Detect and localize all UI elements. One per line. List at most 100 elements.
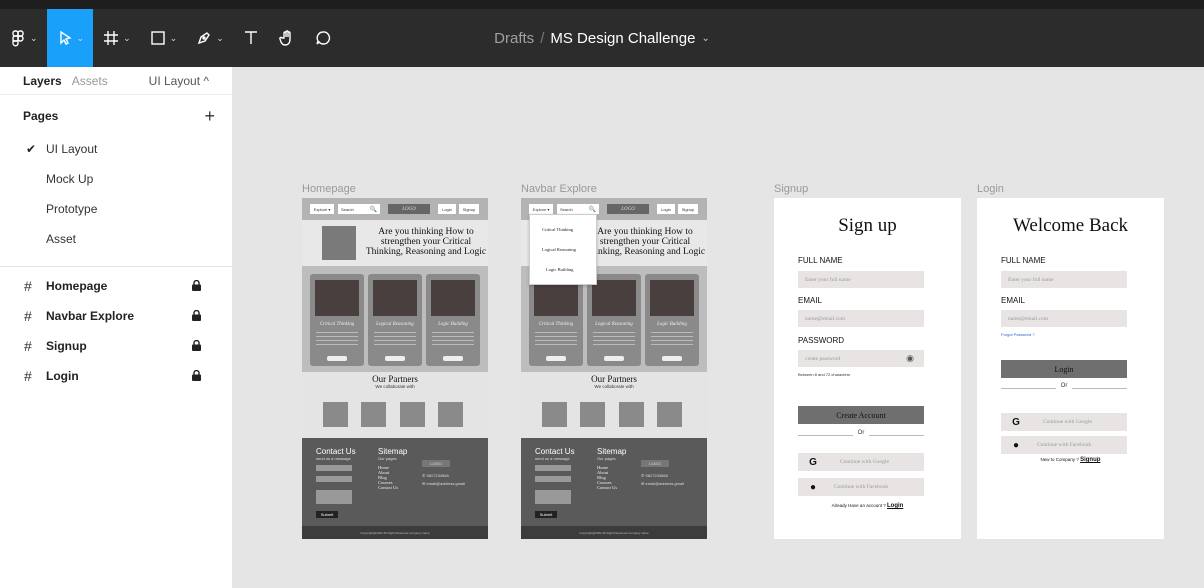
layer-signup[interactable]: # Signup	[0, 331, 232, 361]
page-item-prototype[interactable]: Prototype	[0, 194, 232, 224]
login-link[interactable]: Login	[887, 503, 903, 509]
text-line	[316, 336, 358, 337]
login-button[interactable]: Login	[1001, 360, 1127, 378]
sitemap-links: Home About Blog Courses Contact Us	[378, 465, 398, 490]
google-button[interactable]: G Continue with Google	[1001, 413, 1127, 431]
layer-label: Signup	[46, 339, 87, 353]
submit-button[interactable]: Submit	[535, 511, 557, 518]
learn-more-button[interactable]	[604, 356, 624, 361]
navbar-explore-frame[interactable]: Explore ▾ Search 🔍 LOGO Login Signup Are …	[521, 198, 707, 539]
lock-icon[interactable]	[192, 280, 201, 291]
sitemap-link-contact[interactable]: Contact Us	[597, 485, 617, 490]
password-placeholder: create password	[805, 355, 841, 362]
search-input[interactable]: Search 🔍	[557, 204, 599, 214]
email-text: email@address.gmail	[645, 481, 684, 486]
navbar: Explore ▾ Search 🔍 LOGO Login Signup	[302, 198, 488, 220]
text-line	[593, 332, 635, 333]
card-image	[650, 280, 694, 316]
full-name-field[interactable]	[535, 465, 571, 471]
facebook-button[interactable]: ● Continue with Facebook	[798, 478, 924, 496]
document-name[interactable]: MS Design Challenge	[550, 30, 695, 47]
drafts-link[interactable]: Drafts	[494, 30, 534, 47]
lock-icon[interactable]	[192, 370, 201, 381]
full-name-field[interactable]	[316, 465, 352, 471]
email-text: email@address.gmail	[426, 481, 465, 486]
email-input[interactable]: name@email.com	[798, 310, 924, 327]
layer-login[interactable]: # Login	[0, 361, 232, 391]
chevron-down-icon[interactable]: ⌄	[701, 33, 709, 44]
text-line	[535, 336, 577, 337]
learn-more-button[interactable]	[327, 356, 347, 361]
learn-more-button[interactable]	[385, 356, 405, 361]
facebook-icon: ●	[809, 481, 817, 493]
signup-button[interactable]: Signup	[678, 204, 698, 214]
email-field[interactable]	[535, 476, 571, 482]
page-item-ui-layout[interactable]: ✔ UI Layout	[0, 134, 232, 164]
lock-icon[interactable]	[192, 310, 201, 321]
text-line	[374, 340, 416, 341]
full-name-input[interactable]: Enter your full name	[798, 271, 924, 288]
hero-text: Are you thinking How to strengthen your …	[365, 227, 487, 257]
current-page-selector[interactable]: UI Layout ^	[149, 74, 209, 88]
message-field[interactable]	[535, 490, 571, 504]
google-button[interactable]: G Continue with Google	[798, 453, 924, 471]
eye-icon[interactable]: ◉	[906, 353, 914, 364]
frame-label-homepage[interactable]: Homepage	[302, 183, 356, 195]
add-page-button[interactable]: +	[204, 106, 215, 127]
email-input[interactable]: name@email.com	[1001, 310, 1127, 327]
signup-frame[interactable]: Sign up FULL NAME Enter your full name E…	[774, 198, 961, 539]
layer-navbar-explore[interactable]: # Navbar Explore	[0, 301, 232, 331]
explore-button[interactable]: Explore ▾	[310, 204, 334, 214]
phone-text: 9817234568	[426, 473, 449, 478]
partner-logo	[580, 402, 605, 427]
create-account-button[interactable]: Create Account	[798, 406, 924, 424]
text-line	[593, 344, 635, 345]
forgot-password-link[interactable]: Forgot Password ?	[1001, 332, 1035, 337]
login-button[interactable]: Login	[438, 204, 456, 214]
sitemap-link-contact[interactable]: Contact Us	[378, 485, 398, 490]
frame-label-login[interactable]: Login	[977, 183, 1004, 195]
search-icon: 🔍	[369, 206, 377, 213]
card-title: Logic Building	[438, 322, 468, 327]
new-to-company-label: New to Company ?	[1040, 457, 1079, 462]
explore-button[interactable]: Explore ▾	[529, 204, 553, 214]
password-input[interactable]: create password ◉	[798, 350, 924, 367]
card: Critical Thinking	[529, 274, 583, 366]
lock-icon[interactable]	[192, 340, 201, 351]
text-line	[593, 336, 635, 337]
email-field[interactable]	[316, 476, 352, 482]
signup-button[interactable]: Signup	[459, 204, 479, 214]
new-to-company-text: New to Company ? Signup	[977, 457, 1164, 463]
dropdown-item[interactable]: Logical Reasoning	[542, 247, 576, 252]
full-name-input[interactable]: Enter your full name	[1001, 271, 1127, 288]
learn-more-button[interactable]	[443, 356, 463, 361]
partner-logo	[542, 402, 567, 427]
card-image	[534, 280, 578, 316]
footer: Contact Us send us a message Submit Site…	[521, 438, 707, 539]
layer-homepage[interactable]: # Homepage	[0, 271, 232, 301]
submit-button[interactable]: Submit	[316, 511, 338, 518]
frame-label-signup[interactable]: Signup	[774, 183, 808, 195]
login-button[interactable]: Login	[657, 204, 675, 214]
tab-assets[interactable]: Assets	[72, 74, 108, 88]
search-input[interactable]: Search 🔍	[338, 204, 380, 214]
login-frame[interactable]: Welcome Back FULL NAME Enter your full n…	[977, 198, 1164, 539]
homepage-frame[interactable]: Explore ▾ Search 🔍 LOGO Login Signup Are …	[302, 198, 488, 539]
learn-more-button[interactable]	[662, 356, 682, 361]
partners-section: Our Partners We collaborate with	[302, 372, 488, 438]
dropdown-item[interactable]: Critical Thinking	[542, 227, 573, 232]
facebook-label: Continue with Facebook	[1037, 442, 1092, 448]
message-field[interactable]	[316, 490, 352, 504]
partner-logo	[619, 402, 644, 427]
facebook-icon: ●	[1012, 439, 1020, 451]
dropdown-item[interactable]: Logic Building	[546, 267, 573, 272]
card-image	[373, 280, 417, 316]
frame-label-navbar-explore[interactable]: Navbar Explore	[521, 183, 597, 195]
cards-section: Critical Thinking Logical Reasoning Logi…	[302, 266, 488, 372]
signup-link[interactable]: Signup	[1080, 457, 1100, 463]
page-item-asset[interactable]: Asset	[0, 224, 232, 254]
page-item-mock-up[interactable]: Mock Up	[0, 164, 232, 194]
learn-more-button[interactable]	[546, 356, 566, 361]
tab-layers[interactable]: Layers	[23, 74, 62, 88]
facebook-button[interactable]: ● Continue with Facebook	[1001, 436, 1127, 454]
